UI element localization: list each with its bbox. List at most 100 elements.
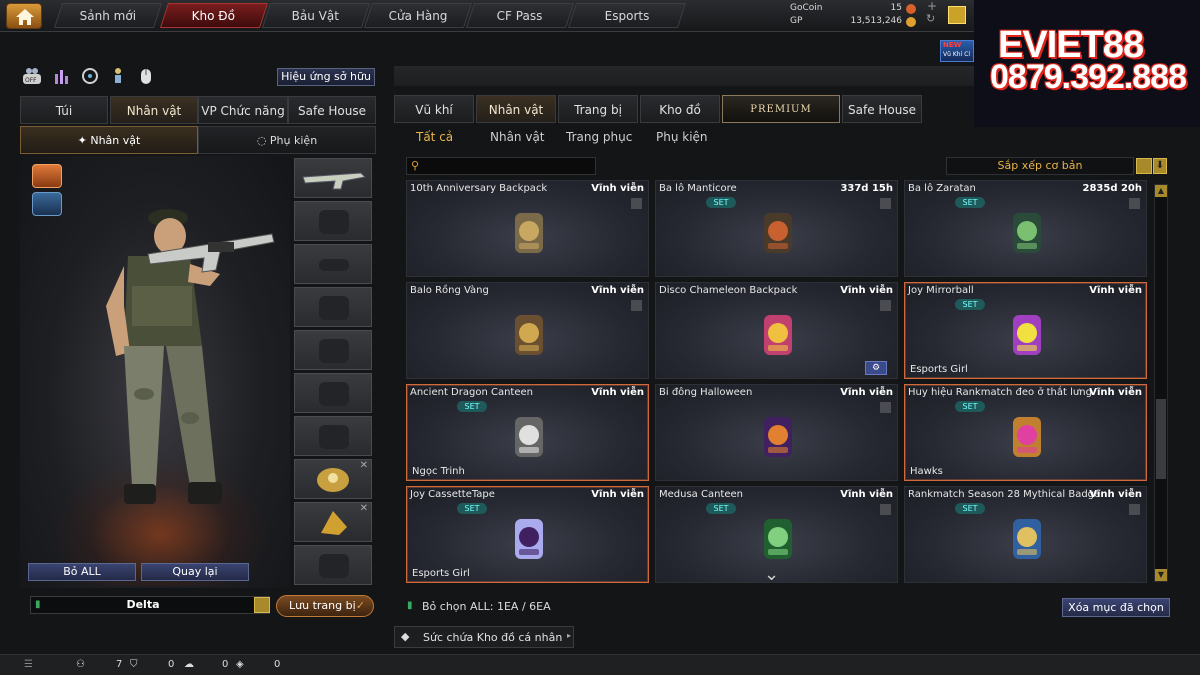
item-duration: Vĩnh viễn (1089, 387, 1142, 398)
inventory-item-card[interactable]: Disco Chameleon Backpack Vĩnh viễn ⚙ (655, 282, 898, 379)
item-name: 10th Anniversary Backpack (410, 183, 548, 194)
right-tab-premium[interactable]: PREMIUM (722, 95, 840, 123)
shield-icon[interactable]: ⛉ (130, 659, 138, 670)
nav-tab-lobby[interactable]: Sảnh mới (53, 3, 163, 28)
nav-tab-esports[interactable]: Esports (567, 3, 687, 28)
nav-tab-shop[interactable]: Cửa Hàng (363, 3, 473, 28)
rotate-icon[interactable] (80, 66, 100, 86)
new-weapon-badge[interactable]: NEW Vũ Khí Cl (940, 40, 974, 62)
item-owner-label: Esports Girl (910, 364, 968, 375)
delete-item-icon[interactable] (880, 300, 891, 311)
home-button[interactable] (6, 3, 42, 29)
left-tab-bag[interactable]: Túi (20, 96, 108, 124)
subtab-accessory[interactable]: Phụ kiện (656, 130, 708, 144)
pants-slot[interactable] (294, 416, 372, 456)
chat-icon[interactable]: ☁ (184, 659, 194, 670)
delete-item-icon[interactable] (1129, 198, 1140, 209)
preset-name: Delta (126, 598, 160, 611)
inventory-item-card[interactable]: Ba lô Zaratan 2835d 20h SET (904, 180, 1147, 277)
character-pose-icon[interactable] (108, 66, 128, 86)
preset-menu-icon[interactable] (254, 597, 270, 613)
subtab-character[interactable]: Nhân vật (490, 130, 545, 144)
delete-item-icon[interactable] (880, 198, 891, 209)
left-subtab-character[interactable]: ✦ Nhân vật (20, 126, 198, 154)
group-icon[interactable]: ⚇ (76, 659, 85, 670)
sort-menu-icon[interactable] (1136, 158, 1152, 174)
refresh-icon[interactable]: ↻ (926, 12, 935, 25)
toggle-off-icon[interactable]: OFF (22, 66, 42, 86)
character-preview[interactable] (20, 156, 290, 588)
remove-item-icon[interactable]: ✕ (360, 460, 368, 471)
backpack-slot[interactable] (294, 373, 372, 413)
back-button[interactable]: Quay lại (141, 563, 249, 581)
right-tab-storage[interactable]: Kho đồ (640, 95, 720, 123)
new-label: NEW (943, 41, 962, 49)
nav-tab-inventory[interactable]: Kho Đồ (159, 3, 269, 28)
inventory-item-card[interactable]: 10th Anniversary Backpack Vĩnh viễn (406, 180, 649, 277)
left-tab-function-items[interactable]: VP Chức năng (198, 96, 288, 124)
subtab-outfit[interactable]: Trang phục (566, 130, 632, 144)
sort-dropdown[interactable]: Sắp xếp cơ bản (946, 157, 1134, 175)
save-loadout-button[interactable]: Lưu trang bị ✓ (276, 595, 374, 617)
inventory-item-card[interactable]: Rankmatch Season 28 Mythical Badge Vĩnh v… (904, 486, 1147, 583)
storage-capacity-bar[interactable]: ◆ Sức chứa Kho đồ cá nhân ▸ (394, 626, 574, 648)
left-tab-safe-house[interactable]: Safe House (288, 96, 376, 124)
check-icon: ✓ (355, 599, 365, 612)
delete-item-icon[interactable] (880, 504, 891, 515)
badge-slot[interactable]: ✕ (294, 459, 372, 499)
gem-icon[interactable]: ◈ (236, 659, 244, 670)
inventory-item-card[interactable]: Bi đông Halloween Vĩnh viễn (655, 384, 898, 481)
rank-icon[interactable] (948, 6, 966, 24)
gear-icon[interactable]: ⚙ (865, 361, 887, 375)
sort-direction-icon[interactable]: ⬇ (1153, 158, 1167, 174)
clear-selected-button[interactable]: Xóa mục đã chọn (1062, 598, 1170, 617)
delete-item-icon[interactable] (631, 300, 642, 311)
inventory-item-card[interactable]: Joy CassetteTape Vĩnh viễn SET Esports Girl (406, 486, 649, 583)
jacket-slot[interactable] (294, 330, 372, 370)
glasses-slot[interactable] (294, 244, 372, 284)
left-subtab-label: Phụ kiện (269, 134, 318, 147)
delete-item-icon[interactable] (631, 198, 642, 209)
delete-item-icon[interactable] (1129, 504, 1140, 515)
stats-icon[interactable] (52, 66, 72, 86)
preset-selector[interactable]: ▮ Delta (30, 596, 270, 614)
hat-slot[interactable] (294, 201, 372, 241)
nav-tab-label: Bảu Vật (292, 9, 340, 23)
owned-effects-button[interactable]: Hiệu ứng sở hữu (277, 68, 375, 86)
inventory-item-card[interactable]: Ancient Dragon Canteen Vĩnh viễn SET Ngọc T… (406, 384, 649, 481)
scroll-down-icon[interactable]: ▼ (1155, 569, 1167, 581)
scroll-thumb[interactable] (1156, 399, 1166, 479)
right-tab-safe-house[interactable]: Safe House (842, 95, 922, 123)
emblem-slot[interactable] (294, 545, 372, 585)
nav-tab-cf-pass[interactable]: CF Pass (465, 3, 575, 28)
mouse-icon[interactable] (136, 66, 156, 86)
set-badge: SET (955, 197, 985, 208)
left-subtab-accessory[interactable]: ◌ Phụ kiện (198, 126, 376, 154)
left-tab-character[interactable]: Nhân vật (110, 96, 198, 124)
delete-item-icon[interactable] (880, 402, 891, 413)
inventory-item-card[interactable]: Balo Rồng Vàng Vĩnh viễn (406, 282, 649, 379)
inventory-item-card[interactable]: Joy Mirrorball Vĩnh viễn SET Esports Girl (904, 282, 1147, 379)
weapon-slot[interactable] (294, 158, 372, 198)
right-tab-character[interactable]: Nhân vật (476, 95, 556, 123)
subtab-all[interactable]: Tất cả (416, 130, 453, 144)
gocoin-label: GoCoin (790, 3, 823, 13)
vest-slot[interactable] (294, 287, 372, 327)
inventory-item-card[interactable]: Ba lô Manticore 337d 15h SET (655, 180, 898, 277)
right-tab-weapons[interactable]: Vũ khí (394, 95, 474, 123)
glasses-silhouette-icon (319, 259, 349, 271)
nav-tab-label: Esports (604, 9, 650, 23)
search-input[interactable]: ⚲ (406, 157, 596, 175)
charm-slot[interactable]: ✕ (294, 502, 372, 542)
right-tab-equipment[interactable]: Trang bị (558, 95, 638, 123)
remove-item-icon[interactable]: ✕ (360, 503, 368, 514)
more-items-chevron-icon[interactable]: ⌄ (764, 564, 779, 585)
character-sparkle-icon: ✦ (77, 134, 91, 147)
inventory-item-card[interactable]: Huy hiệu Rankmatch đeo ở thắt lưng Vĩnh v… (904, 384, 1147, 481)
list-icon[interactable]: ☰ (24, 659, 33, 670)
inventory-scrollbar[interactable]: ▲ ▼ (1154, 184, 1168, 582)
nav-tab-treasure[interactable]: Bảu Vật (261, 3, 371, 28)
unequip-all-button[interactable]: Bỏ ALL (28, 563, 136, 581)
scroll-up-icon[interactable]: ▲ (1155, 185, 1167, 197)
item-name: Bi đông Halloween (659, 387, 753, 398)
